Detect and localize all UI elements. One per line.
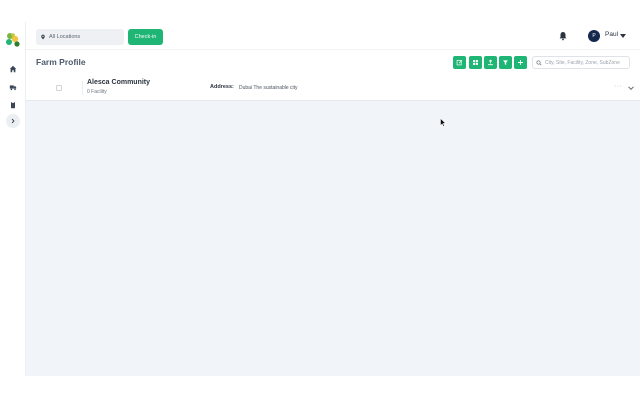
page-title: Farm Profile [36,57,86,67]
edit-button[interactable] [453,56,466,69]
list-item[interactable]: Alesca Community 0 Facility Address: Dub… [26,75,640,101]
truck-icon[interactable] [7,81,19,93]
location-selector-label: All Locations [49,34,81,40]
upload-button[interactable] [484,56,497,69]
logo-icon[interactable] [3,31,23,48]
bell-icon[interactable] [558,31,568,41]
community-name[interactable]: Alesca Community [87,79,150,86]
bottom-margin [0,376,640,400]
upload-icon [488,59,493,66]
grid-icon [473,60,478,65]
topbar: All Locations Check-in P Paul [26,22,640,50]
content-area: Alesca Community 0 Facility Address: Dub… [26,75,640,376]
search-box[interactable]: City, Site, Facility, Zone, SubZone [532,56,630,69]
clipboard-icon[interactable] [7,99,19,111]
user-avatar[interactable]: P [588,30,600,42]
search-placeholder[interactable]: City, Site, Facility, Zone, SubZone [545,60,620,66]
sidebar-expand-button[interactable] [6,114,20,128]
row-divider [82,81,83,95]
location-pin-icon [41,34,45,40]
grid-view-button[interactable] [469,56,482,69]
community-facility-count: 0 Facility [87,89,107,95]
edit-icon [456,60,463,66]
user-menu-caret-icon[interactable] [620,34,626,38]
address-label: Address: [210,84,234,90]
home-icon[interactable] [7,63,19,75]
filter-icon [503,60,508,65]
more-options-icon[interactable]: ··· [614,83,623,90]
filter-button[interactable] [499,56,512,69]
location-selector[interactable]: All Locations [36,29,124,45]
user-name[interactable]: Paul [605,31,618,38]
search-icon [536,60,542,66]
mouse-cursor-icon [440,118,446,127]
plus-icon [518,60,523,65]
sidebar [0,22,26,376]
app-frame: All Locations Check-in P Paul Farm Profi… [0,22,640,376]
page-header: Farm Profile City, Site, Facility, Zone,… [26,51,640,75]
chevron-down-icon[interactable] [627,84,635,92]
address-value: Dubai The sustainable city [239,84,298,91]
app-root: All Locations Check-in P Paul Farm Profi… [0,0,640,400]
chevron-right-icon [11,118,15,124]
checkin-button[interactable]: Check-in [128,29,163,45]
top-margin [0,0,640,22]
add-button[interactable] [514,56,527,69]
row-checkbox[interactable] [56,85,62,91]
